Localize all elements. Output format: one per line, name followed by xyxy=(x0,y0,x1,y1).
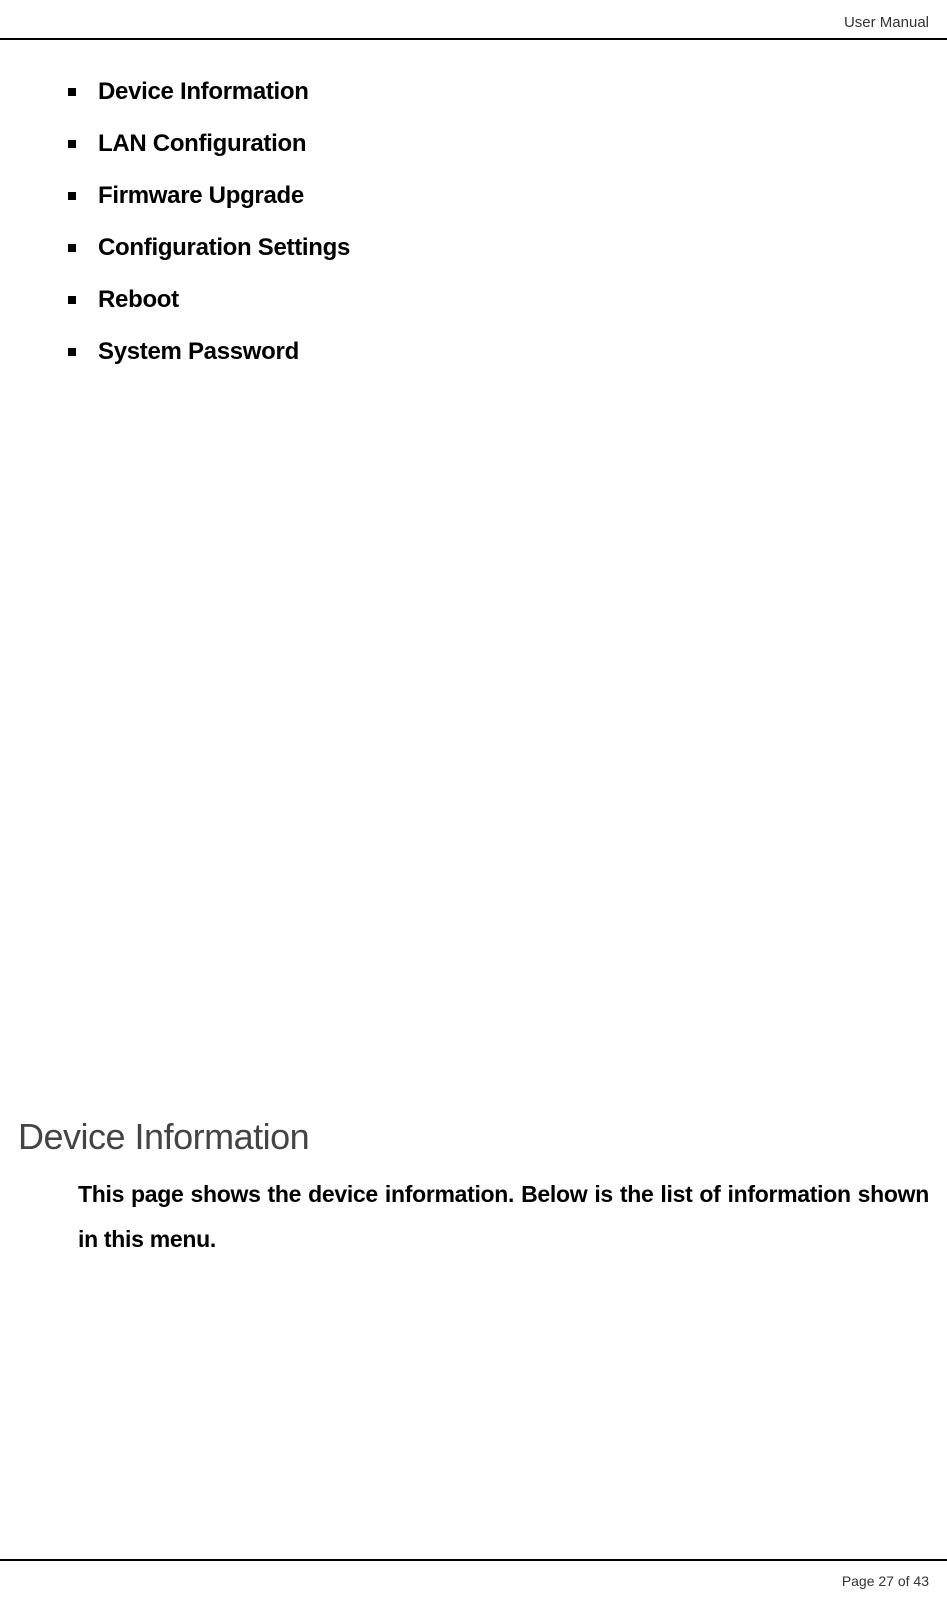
list-item-label: Firmware Upgrade xyxy=(98,182,304,210)
header-divider xyxy=(0,38,947,40)
footer-divider xyxy=(0,1559,947,1561)
feature-list: Device Information LAN Configuration Fir… xyxy=(68,78,350,390)
list-item: Configuration Settings xyxy=(68,234,350,262)
list-item: LAN Configuration xyxy=(68,130,350,158)
bullet-icon xyxy=(68,140,76,148)
list-item: Firmware Upgrade xyxy=(68,182,350,210)
bullet-icon xyxy=(68,192,76,200)
list-item: System Password xyxy=(68,338,350,366)
list-item-label: LAN Configuration xyxy=(98,130,306,158)
list-item-label: Device Information xyxy=(98,78,309,106)
section-body: This page shows the device information. … xyxy=(78,1172,929,1262)
list-item-label: System Password xyxy=(98,338,299,366)
list-item-label: Configuration Settings xyxy=(98,234,350,262)
bullet-icon xyxy=(68,348,76,356)
bullet-icon xyxy=(68,296,76,304)
page-number: Page 27 of 43 xyxy=(842,1573,929,1589)
list-item-label: Reboot xyxy=(98,286,179,314)
list-item: Device Information xyxy=(68,78,350,106)
bullet-icon xyxy=(68,88,76,96)
bullet-icon xyxy=(68,244,76,252)
section-heading: Device Information xyxy=(18,1116,309,1158)
header-title: User Manual xyxy=(844,14,929,31)
list-item: Reboot xyxy=(68,286,350,314)
